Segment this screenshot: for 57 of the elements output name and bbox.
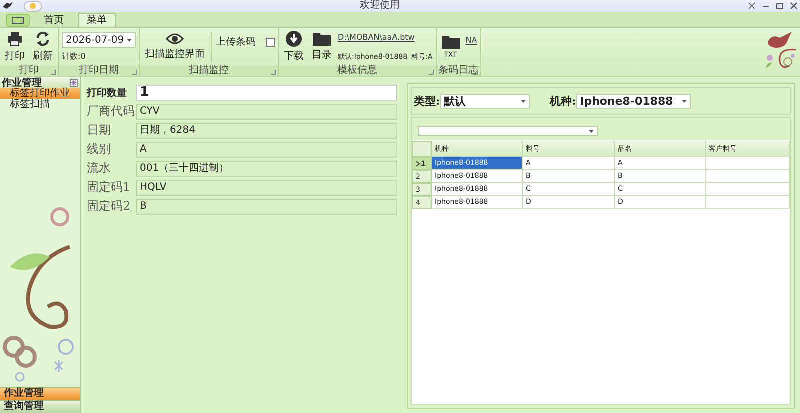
refresh-button[interactable]: 刷新 [31,30,55,64]
group-label: 打印 [19,66,39,76]
sidebar-section-button[interactable]: 作业管理 [0,387,80,400]
field-value: A [136,142,397,158]
dropdown-icon [682,100,688,102]
field-label: 流水 [87,160,112,177]
model-dropdown[interactable]: Iphone8-01888 [576,94,692,108]
folder-icon [313,32,331,46]
sidebar-item[interactable]: 标签扫描 [0,99,80,110]
field-value: CYV [136,104,397,120]
date-picker[interactable]: 2026-07-09 [62,32,136,48]
group-label: 打印日期 [79,66,119,76]
field-label: 固定码1 [87,179,132,196]
maximize-icon[interactable] [776,2,784,10]
window-icon [12,17,24,24]
collapse-icon[interactable] [70,78,78,86]
group-label: 模板信息 [337,66,378,76]
printer-icon [7,31,23,47]
field-value: HQLV [136,180,397,196]
sidebar-title: 作业管理 [2,76,42,88]
field-value: B [136,198,397,214]
field-label: 厂商代码 [87,103,133,120]
print-button[interactable]: 打印 [3,30,27,64]
upload-barcode-checkbox[interactable]: 上传条码 [216,35,275,49]
scan-monitor-button[interactable]: 扫描监控界面 [143,32,207,62]
model-label: 机种: [550,94,576,108]
log-link[interactable]: NA [466,36,478,45]
dropdown-icon [521,100,526,102]
sidebar-item[interactable]: 标签打印作业 [0,88,80,99]
application-menu-button[interactable] [6,14,30,27]
close-icon[interactable] [790,2,798,10]
dropdown-icon [589,130,594,132]
eye-icon [166,33,184,45]
dropdown-icon [127,38,132,42]
template-path-link[interactable]: D:\MOBAN\aaA.btw [338,32,415,42]
ribbon-tab[interactable]: 首页 [36,14,72,27]
download-button[interactable]: 下载 [282,30,306,64]
field-value: 日期，6284 [136,122,397,138]
refresh-icon [35,31,51,47]
field-label: 线别 [87,141,112,158]
field-value: 001（三十四进制） [136,160,397,176]
current-row-icon [416,160,420,166]
field-label: 固定码2 [87,198,132,215]
quantity-input[interactable]: 1 [136,85,397,101]
group-label: 扫描监控 [189,66,229,76]
sun-icon [29,2,37,10]
folder-icon [442,35,460,49]
field-label: 日期 [87,122,112,139]
ribbon-tab[interactable]: 菜单 [78,13,116,27]
type-dropdown[interactable]: 默认 [440,94,530,108]
type-label: 类型: [414,94,440,108]
corner-header [412,141,432,157]
sidebar-section-button[interactable]: 查询管理 [0,400,80,413]
download-icon [286,31,302,47]
field-label: 打印数量 [87,86,128,100]
count-label: 计数:0 [62,51,86,62]
directory-button[interactable]: 目录 [310,31,334,63]
